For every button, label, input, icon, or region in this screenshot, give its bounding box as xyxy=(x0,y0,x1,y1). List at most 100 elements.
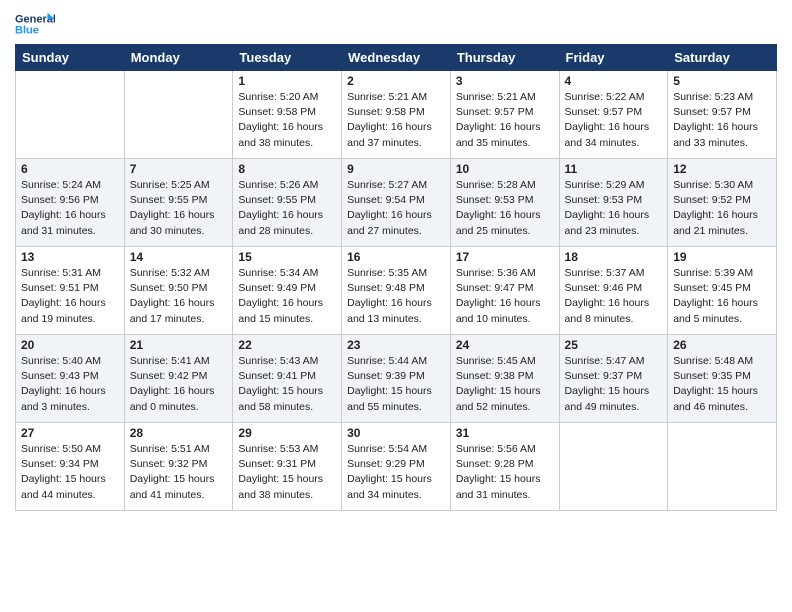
day-number: 13 xyxy=(21,250,119,264)
calendar-cell: 27 Sunrise: 5:50 AM Sunset: 9:34 PM Dayli… xyxy=(16,423,125,511)
calendar-cell: 23 Sunrise: 5:44 AM Sunset: 9:39 PM Dayli… xyxy=(342,335,451,423)
calendar-cell: 6Sunrise: 5:24 AM Sunset: 9:56 PM Daylig… xyxy=(16,159,125,247)
day-number: 2 xyxy=(347,74,445,88)
day-number: 10 xyxy=(456,162,554,176)
day-info: Sunrise: 5:22 AM Sunset: 9:57 PM Dayligh… xyxy=(565,90,663,151)
day-number: 20 xyxy=(21,338,119,352)
calendar-week-2: 6Sunrise: 5:24 AM Sunset: 9:56 PM Daylig… xyxy=(16,159,777,247)
day-number: 17 xyxy=(456,250,554,264)
calendar-cell: 30 Sunrise: 5:54 AM Sunset: 9:29 PM Dayli… xyxy=(342,423,451,511)
calendar-week-4: 20 Sunrise: 5:40 AM Sunset: 9:43 PM Dayli… xyxy=(16,335,777,423)
calendar-cell: 19 Sunrise: 5:39 AM Sunset: 9:45 PM Dayli… xyxy=(668,247,777,335)
day-info: Sunrise: 5:24 AM Sunset: 9:56 PM Dayligh… xyxy=(21,178,119,239)
calendar-table: SundayMondayTuesdayWednesdayThursdayFrid… xyxy=(15,44,777,511)
day-info: Sunrise: 5:51 AM Sunset: 9:32 PM Dayligh… xyxy=(130,442,228,503)
day-number: 23 xyxy=(347,338,445,352)
day-number: 30 xyxy=(347,426,445,440)
page: General Blue SundayMondayTuesdayWednesda… xyxy=(0,0,792,612)
calendar-cell: 1Sunrise: 5:20 AM Sunset: 9:58 PM Daylig… xyxy=(233,71,342,159)
day-number: 29 xyxy=(238,426,336,440)
calendar-cell: 20 Sunrise: 5:40 AM Sunset: 9:43 PM Dayli… xyxy=(16,335,125,423)
header: General Blue xyxy=(15,10,777,38)
day-info: Sunrise: 5:43 AM Sunset: 9:41 PM Dayligh… xyxy=(238,354,336,415)
day-info: Sunrise: 5:29 AM Sunset: 9:53 PM Dayligh… xyxy=(565,178,663,239)
day-number: 18 xyxy=(565,250,663,264)
calendar-cell: 5 Sunrise: 5:23 AM Sunset: 9:57 PM Daylig… xyxy=(668,71,777,159)
day-number: 4 xyxy=(565,74,663,88)
calendar-cell: 31 Sunrise: 5:56 AM Sunset: 9:28 PM Dayli… xyxy=(450,423,559,511)
day-info: Sunrise: 5:21 AM Sunset: 9:57 PM Dayligh… xyxy=(456,90,554,151)
day-info: Sunrise: 5:35 AM Sunset: 9:48 PM Dayligh… xyxy=(347,266,445,327)
day-number: 7 xyxy=(130,162,228,176)
day-info: Sunrise: 5:40 AM Sunset: 9:43 PM Dayligh… xyxy=(21,354,119,415)
day-number: 14 xyxy=(130,250,228,264)
weekday-header-wednesday: Wednesday xyxy=(342,45,451,71)
calendar-cell: 13 Sunrise: 5:31 AM Sunset: 9:51 PM Dayli… xyxy=(16,247,125,335)
day-info: Sunrise: 5:21 AM Sunset: 9:58 PM Dayligh… xyxy=(347,90,445,151)
calendar-cell: 8 Sunrise: 5:26 AM Sunset: 9:55 PM Daylig… xyxy=(233,159,342,247)
calendar-cell xyxy=(559,423,668,511)
day-info: Sunrise: 5:31 AM Sunset: 9:51 PM Dayligh… xyxy=(21,266,119,327)
day-info: Sunrise: 5:47 AM Sunset: 9:37 PM Dayligh… xyxy=(565,354,663,415)
calendar-cell: 10 Sunrise: 5:28 AM Sunset: 9:53 PM Dayli… xyxy=(450,159,559,247)
day-info: Sunrise: 5:41 AM Sunset: 9:42 PM Dayligh… xyxy=(130,354,228,415)
calendar-week-3: 13 Sunrise: 5:31 AM Sunset: 9:51 PM Dayli… xyxy=(16,247,777,335)
day-info: Sunrise: 5:25 AM Sunset: 9:55 PM Dayligh… xyxy=(130,178,228,239)
day-number: 15 xyxy=(238,250,336,264)
day-info: Sunrise: 5:50 AM Sunset: 9:34 PM Dayligh… xyxy=(21,442,119,503)
calendar-cell xyxy=(124,71,233,159)
day-number: 19 xyxy=(673,250,771,264)
calendar-cell: 4 Sunrise: 5:22 AM Sunset: 9:57 PM Daylig… xyxy=(559,71,668,159)
calendar-cell: 28 Sunrise: 5:51 AM Sunset: 9:32 PM Dayli… xyxy=(124,423,233,511)
day-number: 27 xyxy=(21,426,119,440)
logo-icon: General Blue xyxy=(15,10,55,38)
day-number: 21 xyxy=(130,338,228,352)
calendar-cell: 12Sunrise: 5:30 AM Sunset: 9:52 PM Dayli… xyxy=(668,159,777,247)
day-info: Sunrise: 5:32 AM Sunset: 9:50 PM Dayligh… xyxy=(130,266,228,327)
calendar-cell: 7 Sunrise: 5:25 AM Sunset: 9:55 PM Daylig… xyxy=(124,159,233,247)
day-info: Sunrise: 5:56 AM Sunset: 9:28 PM Dayligh… xyxy=(456,442,554,503)
day-number: 16 xyxy=(347,250,445,264)
day-info: Sunrise: 5:28 AM Sunset: 9:53 PM Dayligh… xyxy=(456,178,554,239)
calendar-cell: 9Sunrise: 5:27 AM Sunset: 9:54 PM Daylig… xyxy=(342,159,451,247)
calendar-cell xyxy=(16,71,125,159)
day-number: 26 xyxy=(673,338,771,352)
day-number: 1 xyxy=(238,74,336,88)
calendar-cell: 16 Sunrise: 5:35 AM Sunset: 9:48 PM Dayli… xyxy=(342,247,451,335)
day-info: Sunrise: 5:39 AM Sunset: 9:45 PM Dayligh… xyxy=(673,266,771,327)
day-number: 9 xyxy=(347,162,445,176)
calendar-week-5: 27 Sunrise: 5:50 AM Sunset: 9:34 PM Dayli… xyxy=(16,423,777,511)
day-number: 28 xyxy=(130,426,228,440)
weekday-header-tuesday: Tuesday xyxy=(233,45,342,71)
calendar-cell: 26 Sunrise: 5:48 AM Sunset: 9:35 PM Dayli… xyxy=(668,335,777,423)
day-info: Sunrise: 5:44 AM Sunset: 9:39 PM Dayligh… xyxy=(347,354,445,415)
calendar-cell: 29Sunrise: 5:53 AM Sunset: 9:31 PM Dayli… xyxy=(233,423,342,511)
day-number: 31 xyxy=(456,426,554,440)
day-info: Sunrise: 5:54 AM Sunset: 9:29 PM Dayligh… xyxy=(347,442,445,503)
calendar-week-1: 1Sunrise: 5:20 AM Sunset: 9:58 PM Daylig… xyxy=(16,71,777,159)
day-info: Sunrise: 5:23 AM Sunset: 9:57 PM Dayligh… xyxy=(673,90,771,151)
calendar-cell: 2 Sunrise: 5:21 AM Sunset: 9:58 PM Daylig… xyxy=(342,71,451,159)
day-info: Sunrise: 5:48 AM Sunset: 9:35 PM Dayligh… xyxy=(673,354,771,415)
weekday-header-monday: Monday xyxy=(124,45,233,71)
calendar-cell: 14 Sunrise: 5:32 AM Sunset: 9:50 PM Dayli… xyxy=(124,247,233,335)
calendar-cell: 22Sunrise: 5:43 AM Sunset: 9:41 PM Dayli… xyxy=(233,335,342,423)
day-info: Sunrise: 5:37 AM Sunset: 9:46 PM Dayligh… xyxy=(565,266,663,327)
svg-text:Blue: Blue xyxy=(15,24,39,36)
calendar-cell: 21 Sunrise: 5:41 AM Sunset: 9:42 PM Dayli… xyxy=(124,335,233,423)
day-info: Sunrise: 5:36 AM Sunset: 9:47 PM Dayligh… xyxy=(456,266,554,327)
day-number: 24 xyxy=(456,338,554,352)
day-number: 3 xyxy=(456,74,554,88)
calendar-cell: 11Sunrise: 5:29 AM Sunset: 9:53 PM Dayli… xyxy=(559,159,668,247)
calendar-cell: 25Sunrise: 5:47 AM Sunset: 9:37 PM Dayli… xyxy=(559,335,668,423)
weekday-header-sunday: Sunday xyxy=(16,45,125,71)
day-info: Sunrise: 5:26 AM Sunset: 9:55 PM Dayligh… xyxy=(238,178,336,239)
day-number: 5 xyxy=(673,74,771,88)
day-info: Sunrise: 5:30 AM Sunset: 9:52 PM Dayligh… xyxy=(673,178,771,239)
calendar-cell: 24Sunrise: 5:45 AM Sunset: 9:38 PM Dayli… xyxy=(450,335,559,423)
weekday-header-friday: Friday xyxy=(559,45,668,71)
calendar-header-row: SundayMondayTuesdayWednesdayThursdayFrid… xyxy=(16,45,777,71)
calendar-cell: 17 Sunrise: 5:36 AM Sunset: 9:47 PM Dayli… xyxy=(450,247,559,335)
calendar-cell: 15Sunrise: 5:34 AM Sunset: 9:49 PM Dayli… xyxy=(233,247,342,335)
day-number: 8 xyxy=(238,162,336,176)
